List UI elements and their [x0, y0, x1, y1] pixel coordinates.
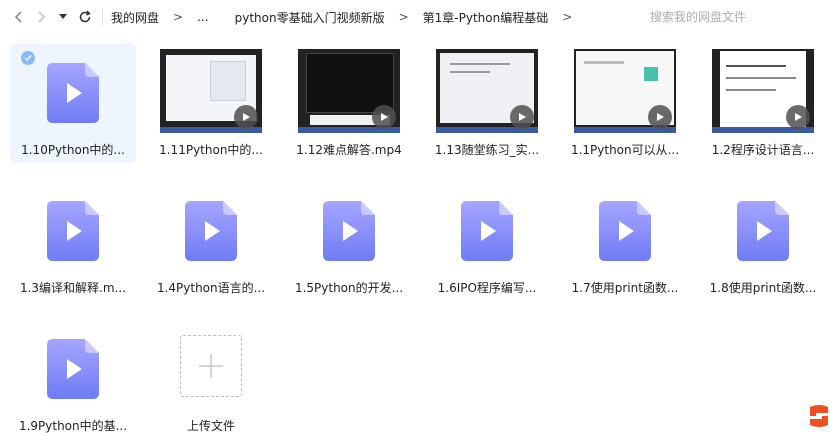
search-input[interactable]: 搜索我的网盘文件: [650, 8, 746, 25]
upload-tile[interactable]: 上传文件: [148, 319, 274, 437]
video-file-icon: [185, 201, 237, 261]
file-item[interactable]: 1.4Python语言的...: [148, 181, 274, 301]
video-file-icon: [323, 201, 375, 261]
video-file-icon: [461, 201, 513, 261]
file-name: 1.13随堂练习_实...: [434, 143, 540, 157]
video-file-icon: [47, 63, 99, 123]
file-item[interactable]: 1.2程序设计语言...: [700, 43, 826, 163]
file-name: 1.1Python可以从...: [570, 143, 680, 157]
file-name: 1.10Python中的...: [21, 143, 125, 157]
video-thumbnail: [574, 49, 676, 133]
breadcrumb: 我的网盘 > ... > python零基础入门视频新版 > 第1章-Pytho…: [111, 9, 586, 26]
file-item[interactable]: 1.11Python中的...: [148, 43, 274, 163]
play-icon: [510, 105, 534, 129]
breadcrumb-separator: >: [398, 10, 409, 24]
file-item[interactable]: 1.1Python可以从...: [562, 43, 688, 163]
file-item[interactable]: 1.3编译和解释.m...: [10, 181, 136, 301]
file-item[interactable]: 1.7使用print函数...: [562, 181, 688, 301]
file-item[interactable]: 1.6IPO程序编写...: [424, 181, 550, 301]
refresh-icon: [79, 10, 91, 23]
play-icon: [234, 105, 258, 129]
video-file-icon: [47, 201, 99, 261]
file-name: 1.11Python中的...: [159, 143, 263, 157]
video-file-icon: [47, 339, 99, 399]
video-thumbnail: [298, 49, 400, 133]
file-name: 1.5Python的开发...: [294, 281, 404, 295]
toolbar-divider: [102, 8, 103, 26]
video-thumbnail: [160, 49, 262, 133]
breadcrumb-separator: >: [173, 10, 184, 24]
file-name: 1.6IPO程序编写...: [437, 281, 537, 295]
file-item[interactable]: 1.10Python中的...: [10, 43, 136, 163]
breadcrumb-current[interactable]: 第1章-Python编程基础: [423, 9, 549, 26]
forward-button[interactable]: [30, 5, 52, 29]
breadcrumb-separator: >: [562, 10, 573, 24]
refresh-button[interactable]: [74, 5, 96, 29]
file-name: 1.7使用print函数...: [571, 281, 679, 295]
play-icon: [648, 105, 672, 129]
video-file-icon: [737, 201, 789, 261]
toolbar: 我的网盘 > ... > python零基础入门视频新版 > 第1章-Pytho…: [0, 0, 836, 34]
video-thumbnail: [436, 49, 538, 133]
file-item[interactable]: 1.8使用print函数...: [700, 181, 826, 301]
chevron-right-icon: [38, 11, 46, 23]
upload-button[interactable]: [180, 335, 242, 397]
app-logo-icon: [810, 405, 828, 427]
file-item[interactable]: 1.5Python的开发...: [286, 181, 412, 301]
file-item[interactable]: 1.13随堂练习_实...: [424, 43, 550, 163]
plus-icon: [199, 354, 223, 378]
upload-label: 上传文件: [186, 419, 235, 433]
breadcrumb-root[interactable]: 我的网盘: [111, 9, 159, 26]
history-dropdown-button[interactable]: [52, 5, 74, 29]
breadcrumb-ellipsis[interactable]: ...: [197, 10, 208, 24]
file-item[interactable]: 1.12难点解答.mp4: [286, 43, 412, 163]
caret-down-icon: [59, 14, 67, 19]
video-file-icon: [599, 201, 651, 261]
file-name: 1.8使用print函数...: [709, 281, 817, 295]
play-icon: [786, 105, 810, 129]
back-button[interactable]: [8, 5, 30, 29]
file-name: 1.3编译和解释.m...: [19, 281, 127, 295]
file-item[interactable]: 1.9Python中的基...: [10, 319, 136, 437]
play-icon: [372, 105, 396, 129]
file-name: 1.9Python中的基...: [18, 419, 128, 433]
file-name: 1.4Python语言的...: [156, 281, 266, 295]
breadcrumb-folder[interactable]: python零基础入门视频新版: [235, 9, 385, 26]
file-name: 1.12难点解答.mp4: [296, 143, 402, 157]
chevron-left-icon: [14, 11, 22, 23]
video-thumbnail: [712, 49, 814, 133]
file-name: 1.2程序设计语言...: [711, 143, 815, 157]
checkmark-icon[interactable]: [21, 51, 35, 65]
